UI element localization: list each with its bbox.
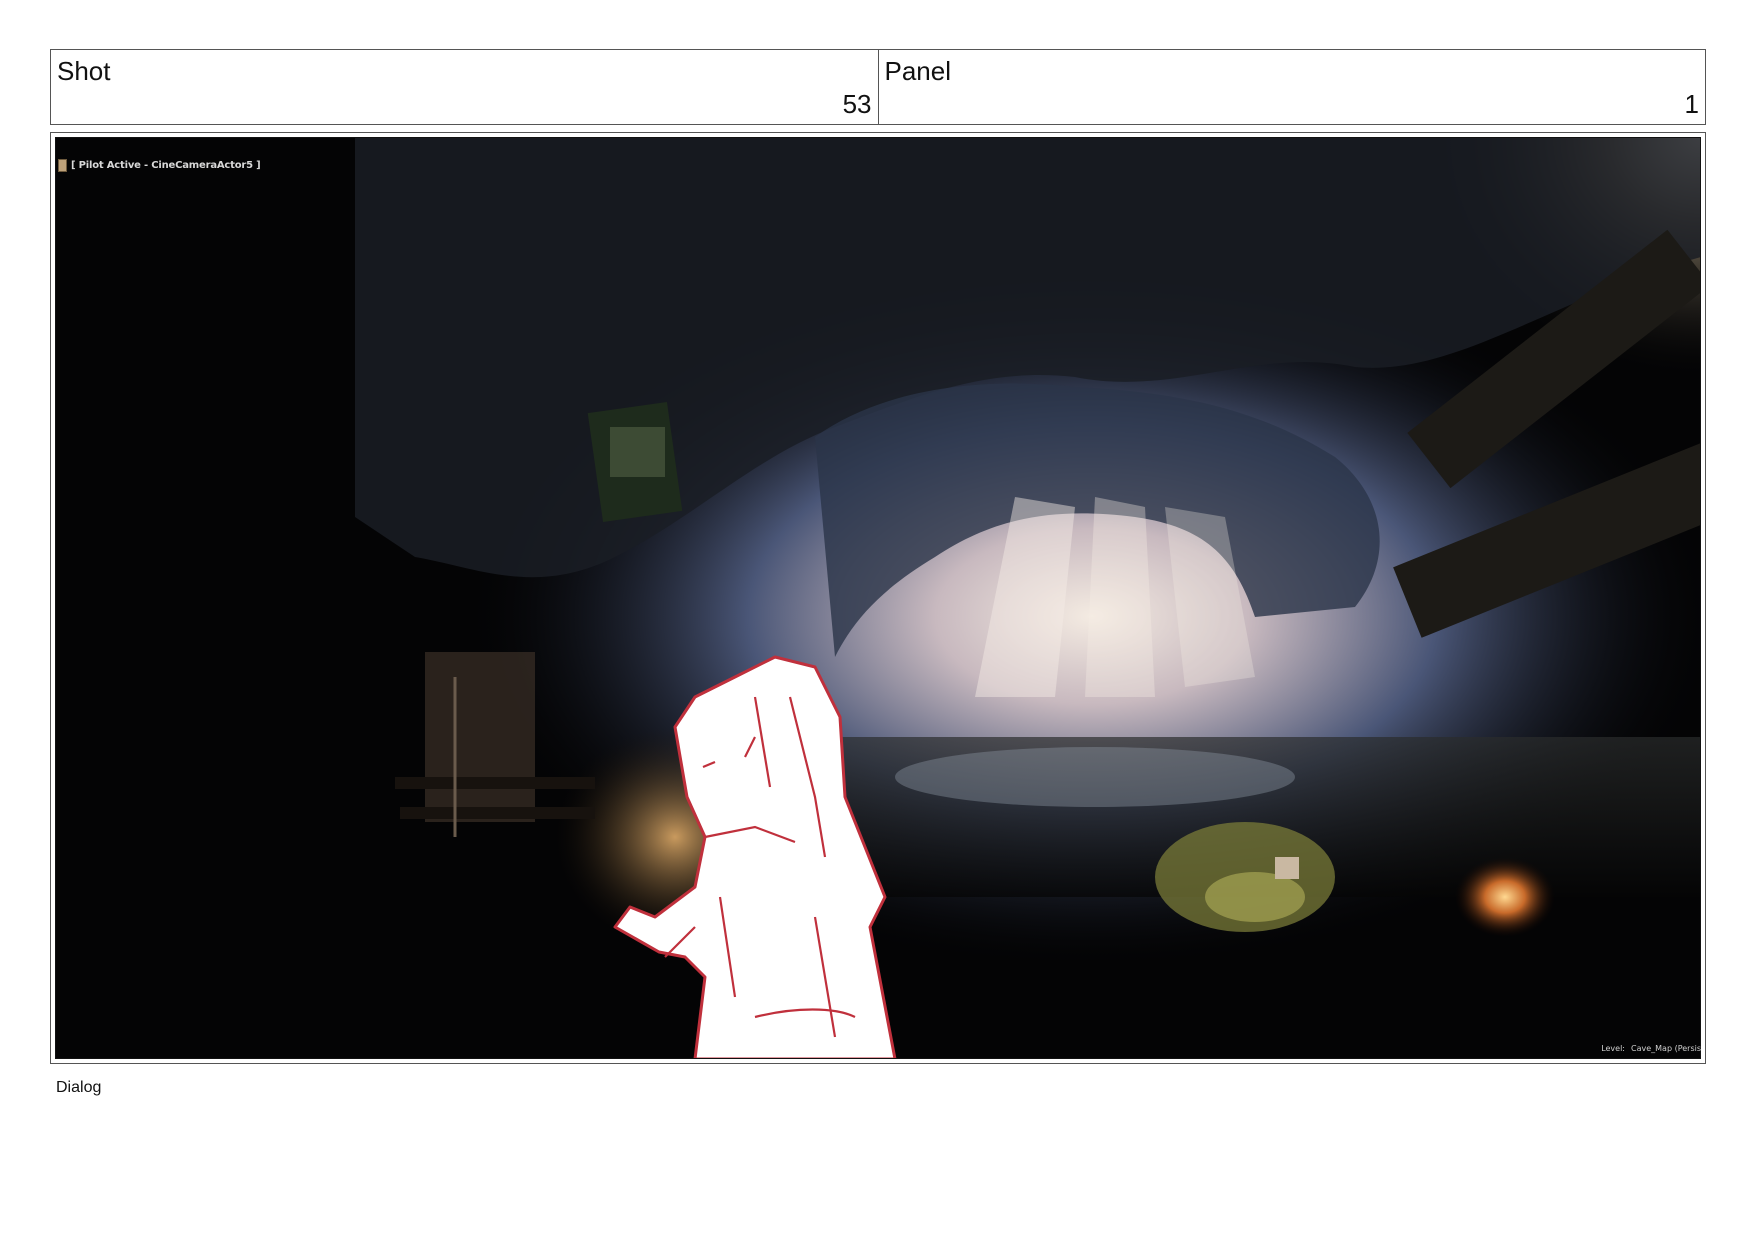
panel-label: Panel bbox=[884, 56, 952, 86]
shot-label: Shot bbox=[57, 56, 111, 86]
cave-scene-image bbox=[55, 137, 1701, 1059]
shot-number: 53 bbox=[842, 89, 872, 119]
level-label: Level: bbox=[1601, 1044, 1625, 1053]
panel-number: 1 bbox=[1684, 89, 1699, 119]
level-indicator: Level: Cave_Map (Persis bbox=[1601, 1044, 1701, 1053]
panel-cell: Panel 1 bbox=[877, 50, 1706, 124]
level-value: Cave_Map (Persis bbox=[1631, 1044, 1701, 1053]
shot-panel-header: Shot 53 Panel 1 bbox=[50, 49, 1706, 125]
storyboard-page: Shot 53 Panel 1 [Pilot Active - CineCam… bbox=[0, 0, 1754, 1240]
pilot-status-label: [ Pilot Active - CineCameraActor5 ] bbox=[71, 160, 261, 171]
storyboard-frame: [ Pilot Active - CineCameraActor5 ] Leve… bbox=[50, 132, 1706, 1064]
camera-icon bbox=[58, 159, 67, 172]
dialog-label: Dialog bbox=[56, 1079, 102, 1096]
shot-cell: Shot 53 bbox=[51, 50, 878, 124]
pilot-status-text: [ Pilot Active - CineCameraActor5 ] bbox=[58, 159, 261, 172]
viewport-render: [ Pilot Active - CineCameraActor5 ] Leve… bbox=[55, 137, 1701, 1059]
